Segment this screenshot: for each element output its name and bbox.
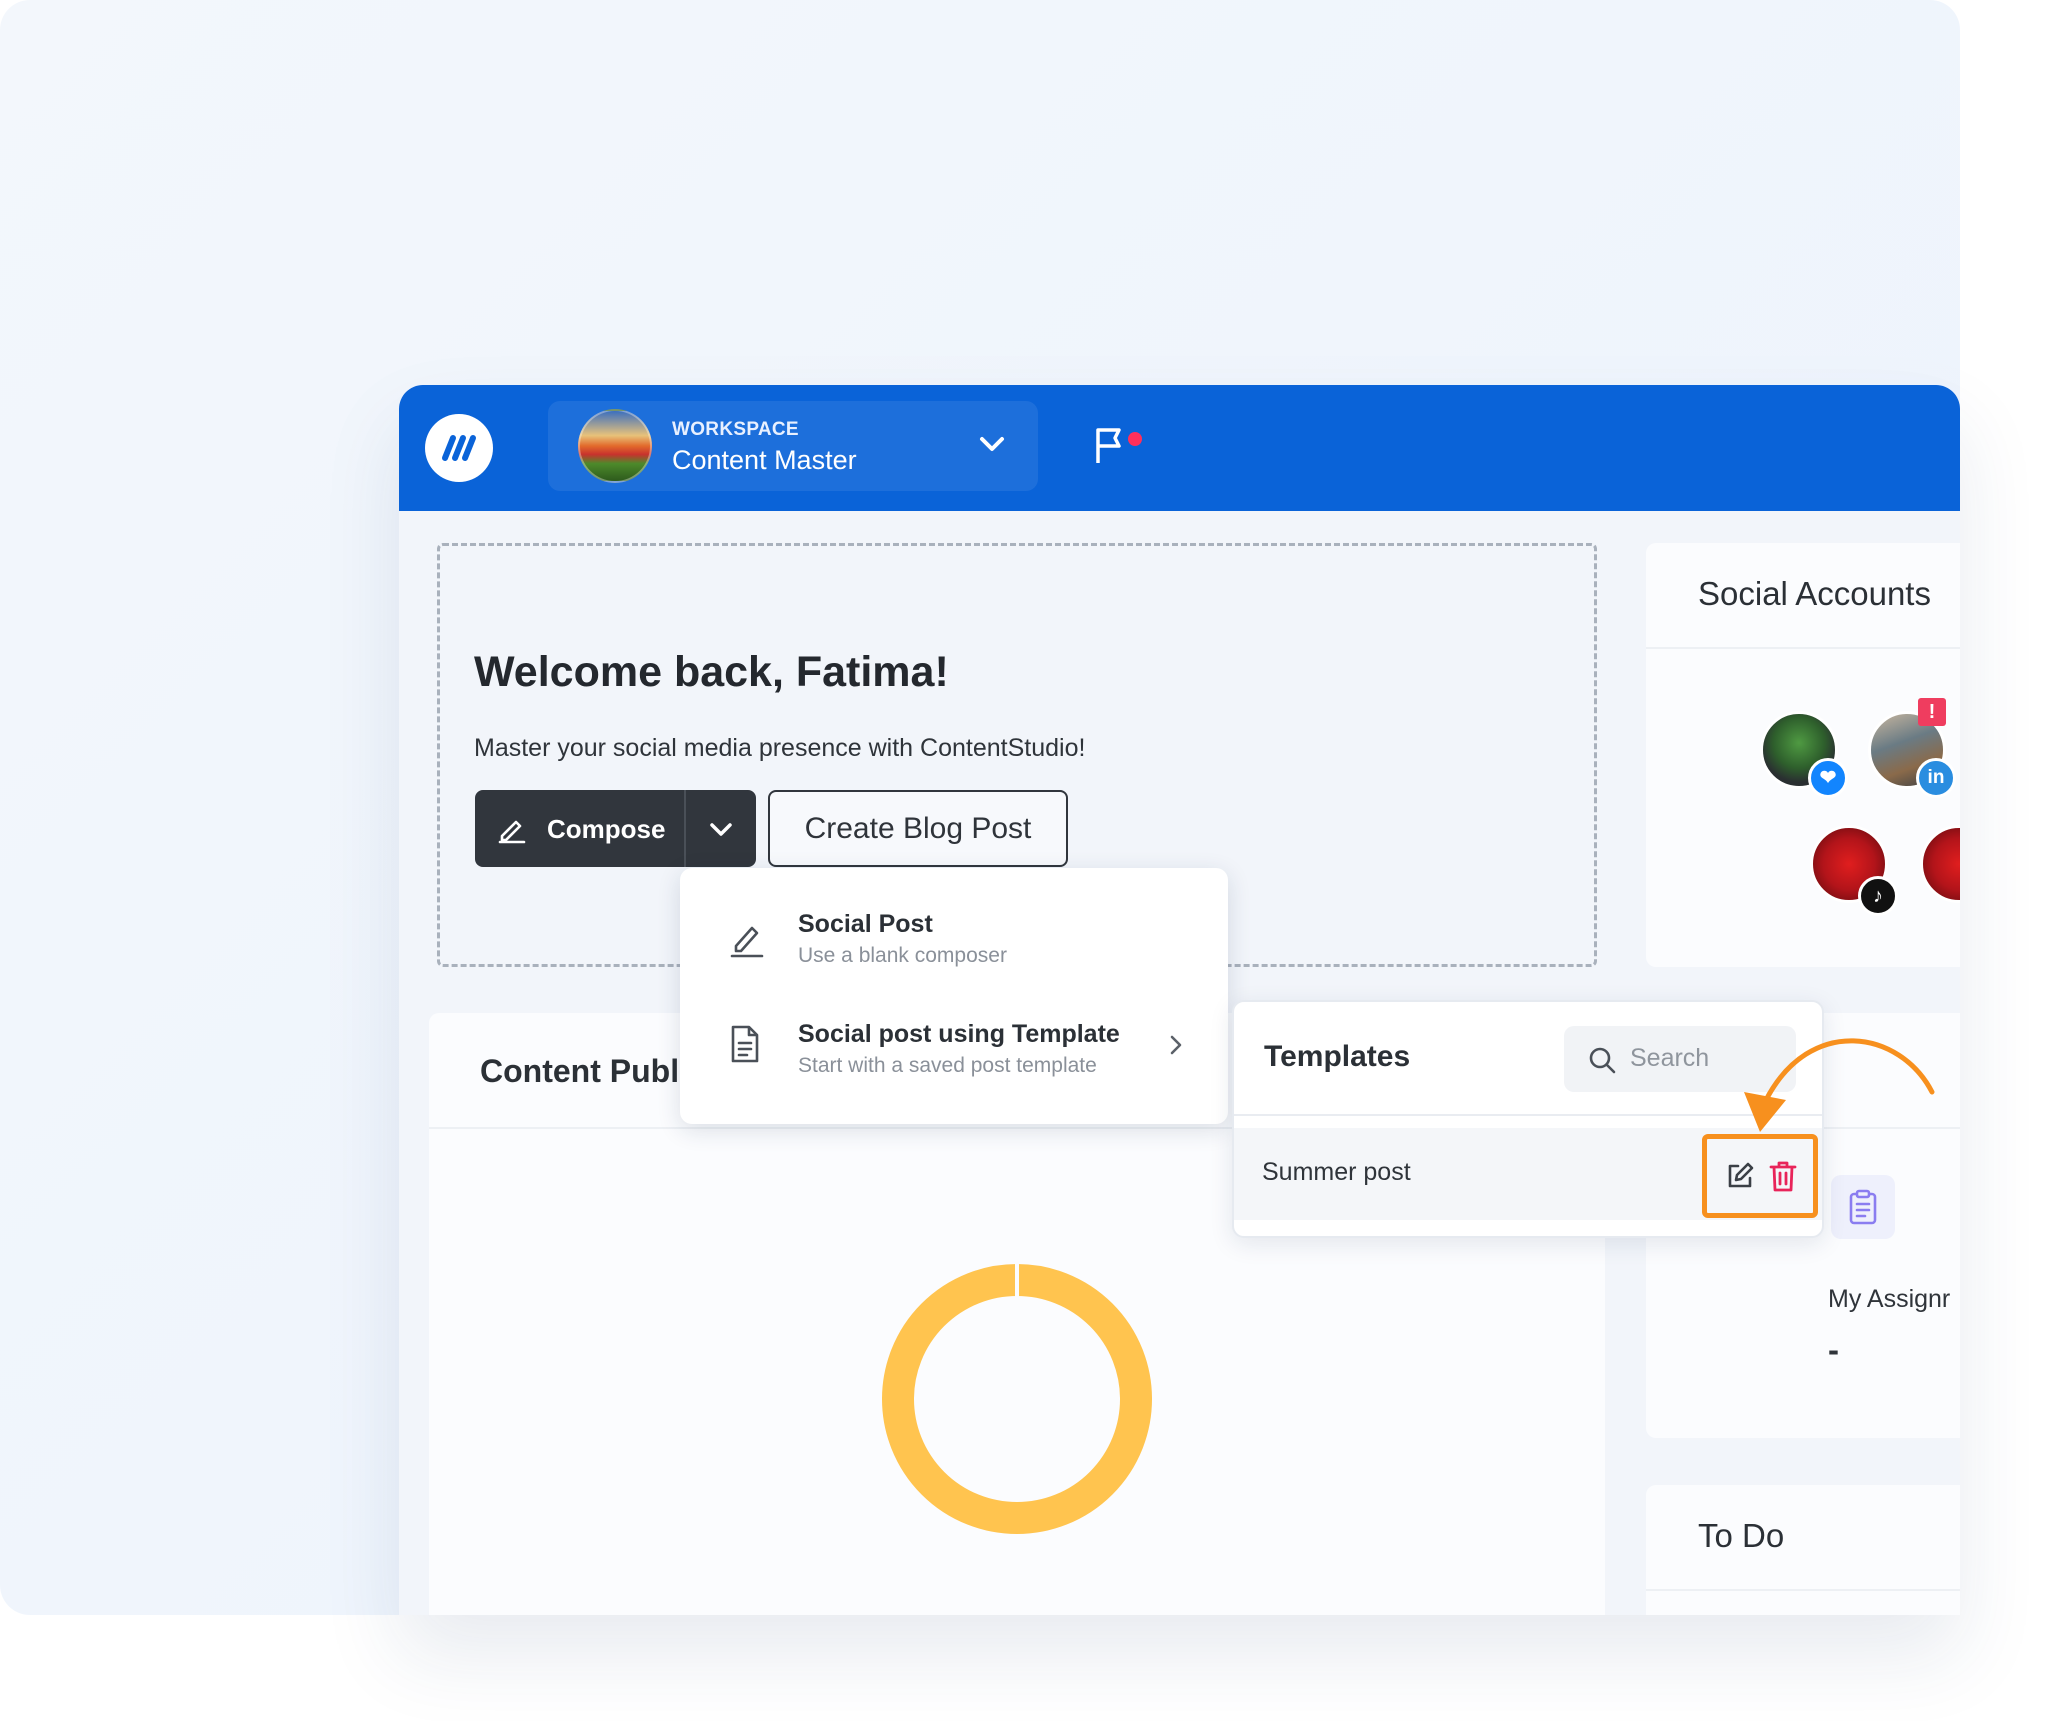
my-assignments-value: - — [1828, 1331, 1839, 1368]
workspace-name: Content Master — [672, 445, 857, 475]
divider — [1646, 1589, 1960, 1591]
workspace-avatar — [578, 409, 652, 483]
chevron-down-icon — [980, 437, 1004, 451]
welcome-subtext: Master your social media presence with C… — [474, 734, 1086, 762]
notification-dot — [1128, 432, 1142, 446]
templates-title: Templates — [1264, 1040, 1411, 1073]
create-blog-post-button[interactable]: Create Blog Post — [768, 790, 1068, 867]
workspace-label: WORKSPACE — [672, 419, 799, 440]
welcome-heading: Welcome back, Fatima! — [474, 648, 949, 696]
chevron-right-icon — [1170, 1035, 1182, 1055]
pencil-icon — [498, 820, 526, 844]
trash-icon[interactable] — [1768, 1159, 1798, 1193]
social-accounts-card: Social Accounts ❤ in ! ♪ — [1646, 543, 1960, 967]
clipboard-icon — [1849, 1189, 1877, 1225]
donut-chart — [882, 1264, 1152, 1534]
social-accounts-title: Social Accounts — [1698, 575, 1931, 612]
flag-icon[interactable] — [1093, 425, 1127, 465]
app-logo[interactable] — [425, 414, 493, 482]
menu-item-social-post-template[interactable]: Social post using Template Start with a … — [680, 1000, 1228, 1110]
menu-item-subtitle: Use a blank composer — [798, 944, 1007, 967]
my-assignments-label: My Assignr — [1828, 1285, 1951, 1313]
top-bar: WORKSPACE Content Master — [399, 385, 1960, 511]
logo-icon — [442, 435, 476, 461]
edit-icon[interactable] — [1724, 1160, 1756, 1192]
todo-title: To Do — [1698, 1517, 1785, 1554]
template-name: Summer post — [1262, 1158, 1411, 1186]
compose-label: Compose — [547, 814, 666, 844]
search-icon — [1589, 1047, 1616, 1074]
menu-item-social-post[interactable]: Social Post Use a blank composer — [680, 888, 1228, 998]
chevron-down-icon[interactable] — [706, 814, 736, 844]
bluesky-icon: ❤ — [1808, 758, 1848, 798]
compose-dropdown-menu: Social Post Use a blank composer Social … — [680, 868, 1228, 1124]
document-icon — [731, 1025, 759, 1063]
menu-item-subtitle: Start with a saved post template — [798, 1054, 1097, 1077]
card-title: Content Publi — [480, 1053, 688, 1089]
alert-badge: ! — [1918, 698, 1946, 726]
compose-divider — [684, 790, 686, 867]
account-avatar[interactable] — [1920, 825, 1960, 903]
linkedin-icon: in — [1916, 758, 1956, 798]
workspace-switcher[interactable]: WORKSPACE Content Master — [548, 401, 1038, 491]
assignments-icon-box — [1831, 1175, 1895, 1239]
todo-card: To Do — [1646, 1485, 1960, 1615]
pointer-arrow — [1744, 1038, 1935, 1132]
compose-button[interactable]: Compose — [475, 790, 756, 867]
tiktok-icon: ♪ — [1858, 876, 1898, 916]
divider — [1646, 647, 1960, 649]
search-placeholder: Search — [1630, 1044, 1710, 1072]
menu-item-title: Social post using Template — [798, 1020, 1120, 1048]
pencil-icon — [730, 926, 764, 958]
menu-item-title: Social Post — [798, 910, 933, 938]
